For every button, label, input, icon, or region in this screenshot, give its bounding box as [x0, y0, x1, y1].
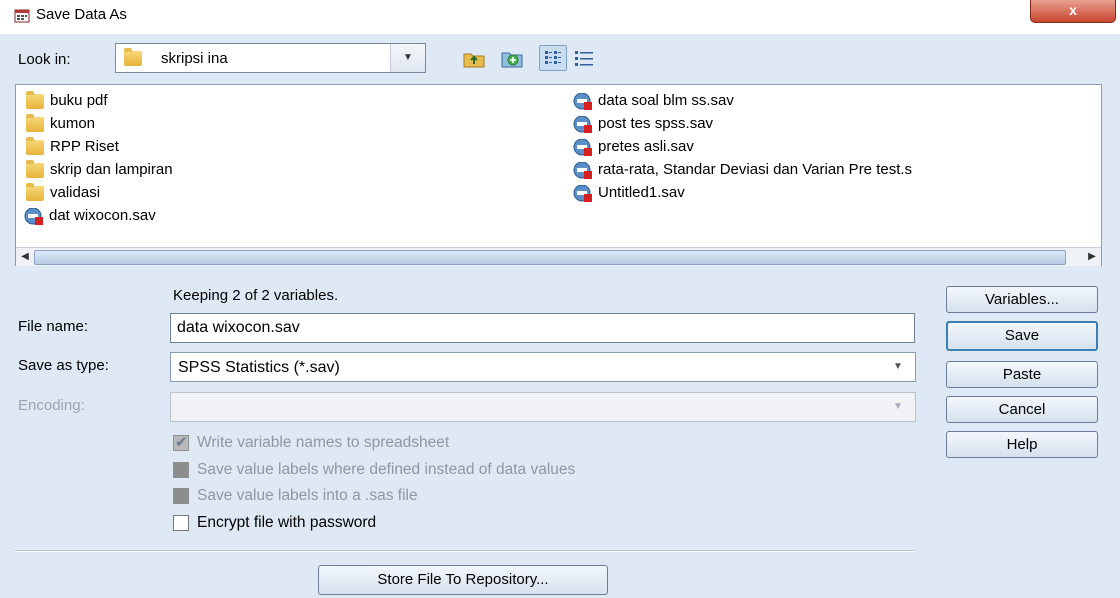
- save-as-type-label: Save as type:: [18, 357, 109, 374]
- checkbox-label[interactable]: Encrypt file with password: [197, 514, 376, 532]
- variables-button[interactable]: Variables...: [946, 286, 1098, 313]
- help-button[interactable]: Help: [946, 431, 1098, 458]
- list-item[interactable]: kumon: [26, 113, 95, 135]
- file-name: skrip dan lampiran: [50, 161, 173, 178]
- list-view-button[interactable]: [539, 45, 567, 71]
- folder-icon: [26, 113, 44, 132]
- checkbox-box: [173, 488, 189, 504]
- file-name-input[interactable]: [170, 313, 915, 343]
- chevron-down-icon[interactable]: ▼: [881, 353, 915, 381]
- new-folder-icon[interactable]: [500, 47, 524, 69]
- folder-icon: [26, 90, 44, 109]
- close-button[interactable]: x: [1030, 0, 1116, 23]
- file-name: RPP Riset: [50, 138, 119, 155]
- paste-button[interactable]: Paste: [946, 361, 1098, 388]
- file-name: kumon: [50, 115, 96, 132]
- chevron-down-icon: ▼: [893, 401, 903, 412]
- file-name: post tes spss.sav: [598, 115, 714, 132]
- encrypt-file-checkbox[interactable]: Encrypt file with password: [173, 514, 376, 532]
- file-name-label: File name:: [18, 318, 89, 335]
- sav-file-icon: [573, 138, 592, 156]
- checkbox-label: Write variable names to spreadsheet: [197, 434, 450, 451]
- divider: [15, 550, 915, 552]
- scroll-right-icon[interactable]: ▶: [1085, 250, 1099, 264]
- file-name: rata-rata, Standar Deviasi dan Varian Pr…: [598, 161, 913, 178]
- look-in-dropdown[interactable]: skripsi ina ▼: [115, 43, 426, 73]
- sav-file-icon: [24, 207, 43, 225]
- file-name: Untitled1.sav: [598, 184, 685, 201]
- save-as-type-select[interactable]: SPSS Statistics (*.sav) ▼: [170, 352, 916, 382]
- checkbox-box: [173, 462, 189, 478]
- list-item[interactable]: skrip dan lampiran: [26, 159, 173, 181]
- list-item[interactable]: buku pdf: [26, 90, 108, 112]
- list-item[interactable]: data soal blm ss.sav: [573, 90, 734, 112]
- sav-file-icon: [573, 184, 592, 202]
- list-item[interactable]: dat wixocon.sav: [24, 205, 156, 227]
- file-list[interactable]: buku pdf kumon RPP Riset skrip dan lampi…: [15, 84, 1102, 266]
- list-item[interactable]: post tes spss.sav: [573, 113, 713, 135]
- save-button[interactable]: Save: [946, 321, 1098, 351]
- folder-icon: [26, 182, 44, 201]
- sav-file-icon: [573, 115, 592, 133]
- checkbox-label: Save value labels where defined instead …: [197, 461, 576, 478]
- checkbox-box[interactable]: [173, 515, 189, 531]
- folder-icon: [124, 48, 142, 66]
- sav-file-icon: [573, 92, 592, 110]
- window-title: Save Data As: [36, 6, 127, 23]
- checkbox-label: Save value labels into a .sas file: [197, 487, 418, 504]
- up-one-level-icon[interactable]: [462, 47, 486, 69]
- store-file-to-repository-button[interactable]: Store File To Repository...: [318, 565, 608, 595]
- encoding-label: Encoding:: [18, 397, 85, 414]
- folder-icon: [26, 159, 44, 178]
- save-labels-sas-checkbox: Save value labels into a .sas file: [173, 487, 418, 505]
- look-in-label: Look in:: [18, 51, 71, 68]
- details-view-icon[interactable]: [572, 47, 596, 69]
- list-item[interactable]: pretes asli.sav: [573, 136, 694, 158]
- horizontal-scrollbar[interactable]: ◀ ▶: [16, 247, 1101, 266]
- file-name: dat wixocon.sav: [49, 207, 156, 224]
- checkbox-box: [173, 433, 189, 451]
- save-value-labels-checkbox: Save value labels where defined instead …: [173, 461, 575, 479]
- spss-app-icon: [14, 9, 30, 23]
- encoding-select: ▼: [170, 392, 916, 422]
- file-name: validasi: [50, 184, 101, 201]
- list-item[interactable]: rata-rata, Standar Deviasi dan Varian Pr…: [573, 159, 1101, 181]
- chevron-down-icon[interactable]: ▼: [390, 44, 425, 72]
- file-name: pretes asli.sav: [598, 138, 694, 155]
- title-bar: Save Data As x: [0, 0, 1120, 34]
- write-variable-names-checkbox: Write variable names to spreadsheet: [173, 433, 450, 452]
- save-as-type-value: SPSS Statistics (*.sav): [178, 359, 340, 376]
- list-item[interactable]: validasi: [26, 182, 100, 204]
- list-item[interactable]: Untitled1.sav: [573, 182, 685, 204]
- file-name: buku pdf: [50, 92, 108, 109]
- scroll-thumb[interactable]: [34, 250, 1066, 265]
- scroll-left-icon[interactable]: ◀: [18, 250, 32, 264]
- file-name: data soal blm ss.sav: [598, 92, 734, 109]
- sav-file-icon: [573, 161, 592, 179]
- list-view-icon: [545, 51, 561, 64]
- cancel-button[interactable]: Cancel: [946, 396, 1098, 423]
- list-item[interactable]: RPP Riset: [26, 136, 119, 158]
- keeping-variables-text: Keeping 2 of 2 variables.: [173, 287, 339, 304]
- folder-icon: [26, 136, 44, 155]
- look-in-value: skripsi ina: [161, 50, 228, 67]
